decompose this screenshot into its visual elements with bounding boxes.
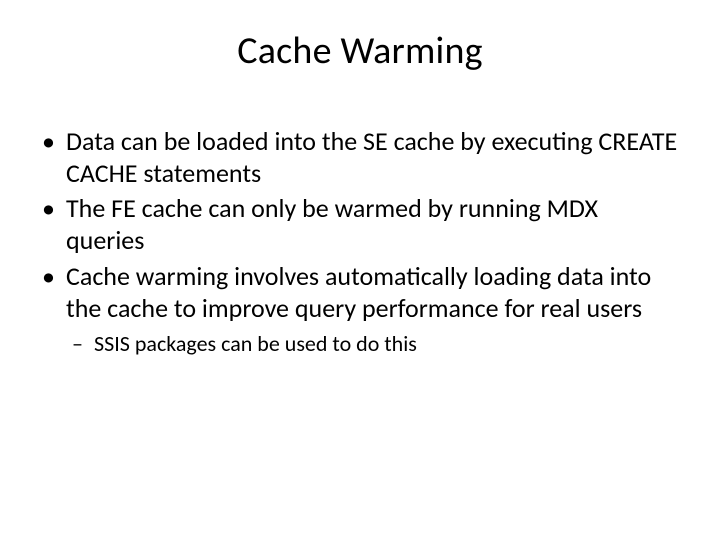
sub-bullet-list: SSIS packages can be used to do this [66, 330, 680, 358]
bullet-text: Data can be loaded into the SE cache by … [66, 125, 677, 189]
list-item: The FE cache can only be warmed by runni… [40, 193, 680, 256]
bullet-list: Data can be loaded into the SE cache by … [40, 126, 680, 358]
sub-bullet-text: SSIS packages can be used to do this [94, 330, 417, 357]
list-item: Cache warming involves automatically loa… [40, 261, 680, 358]
slide-title: Cache Warming [40, 28, 680, 74]
bullet-text: Cache warming involves automatically loa… [66, 260, 651, 324]
list-item: SSIS packages can be used to do this [66, 330, 680, 358]
bullet-text: The FE cache can only be warmed by runni… [66, 192, 598, 256]
list-item: Data can be loaded into the SE cache by … [40, 126, 680, 189]
